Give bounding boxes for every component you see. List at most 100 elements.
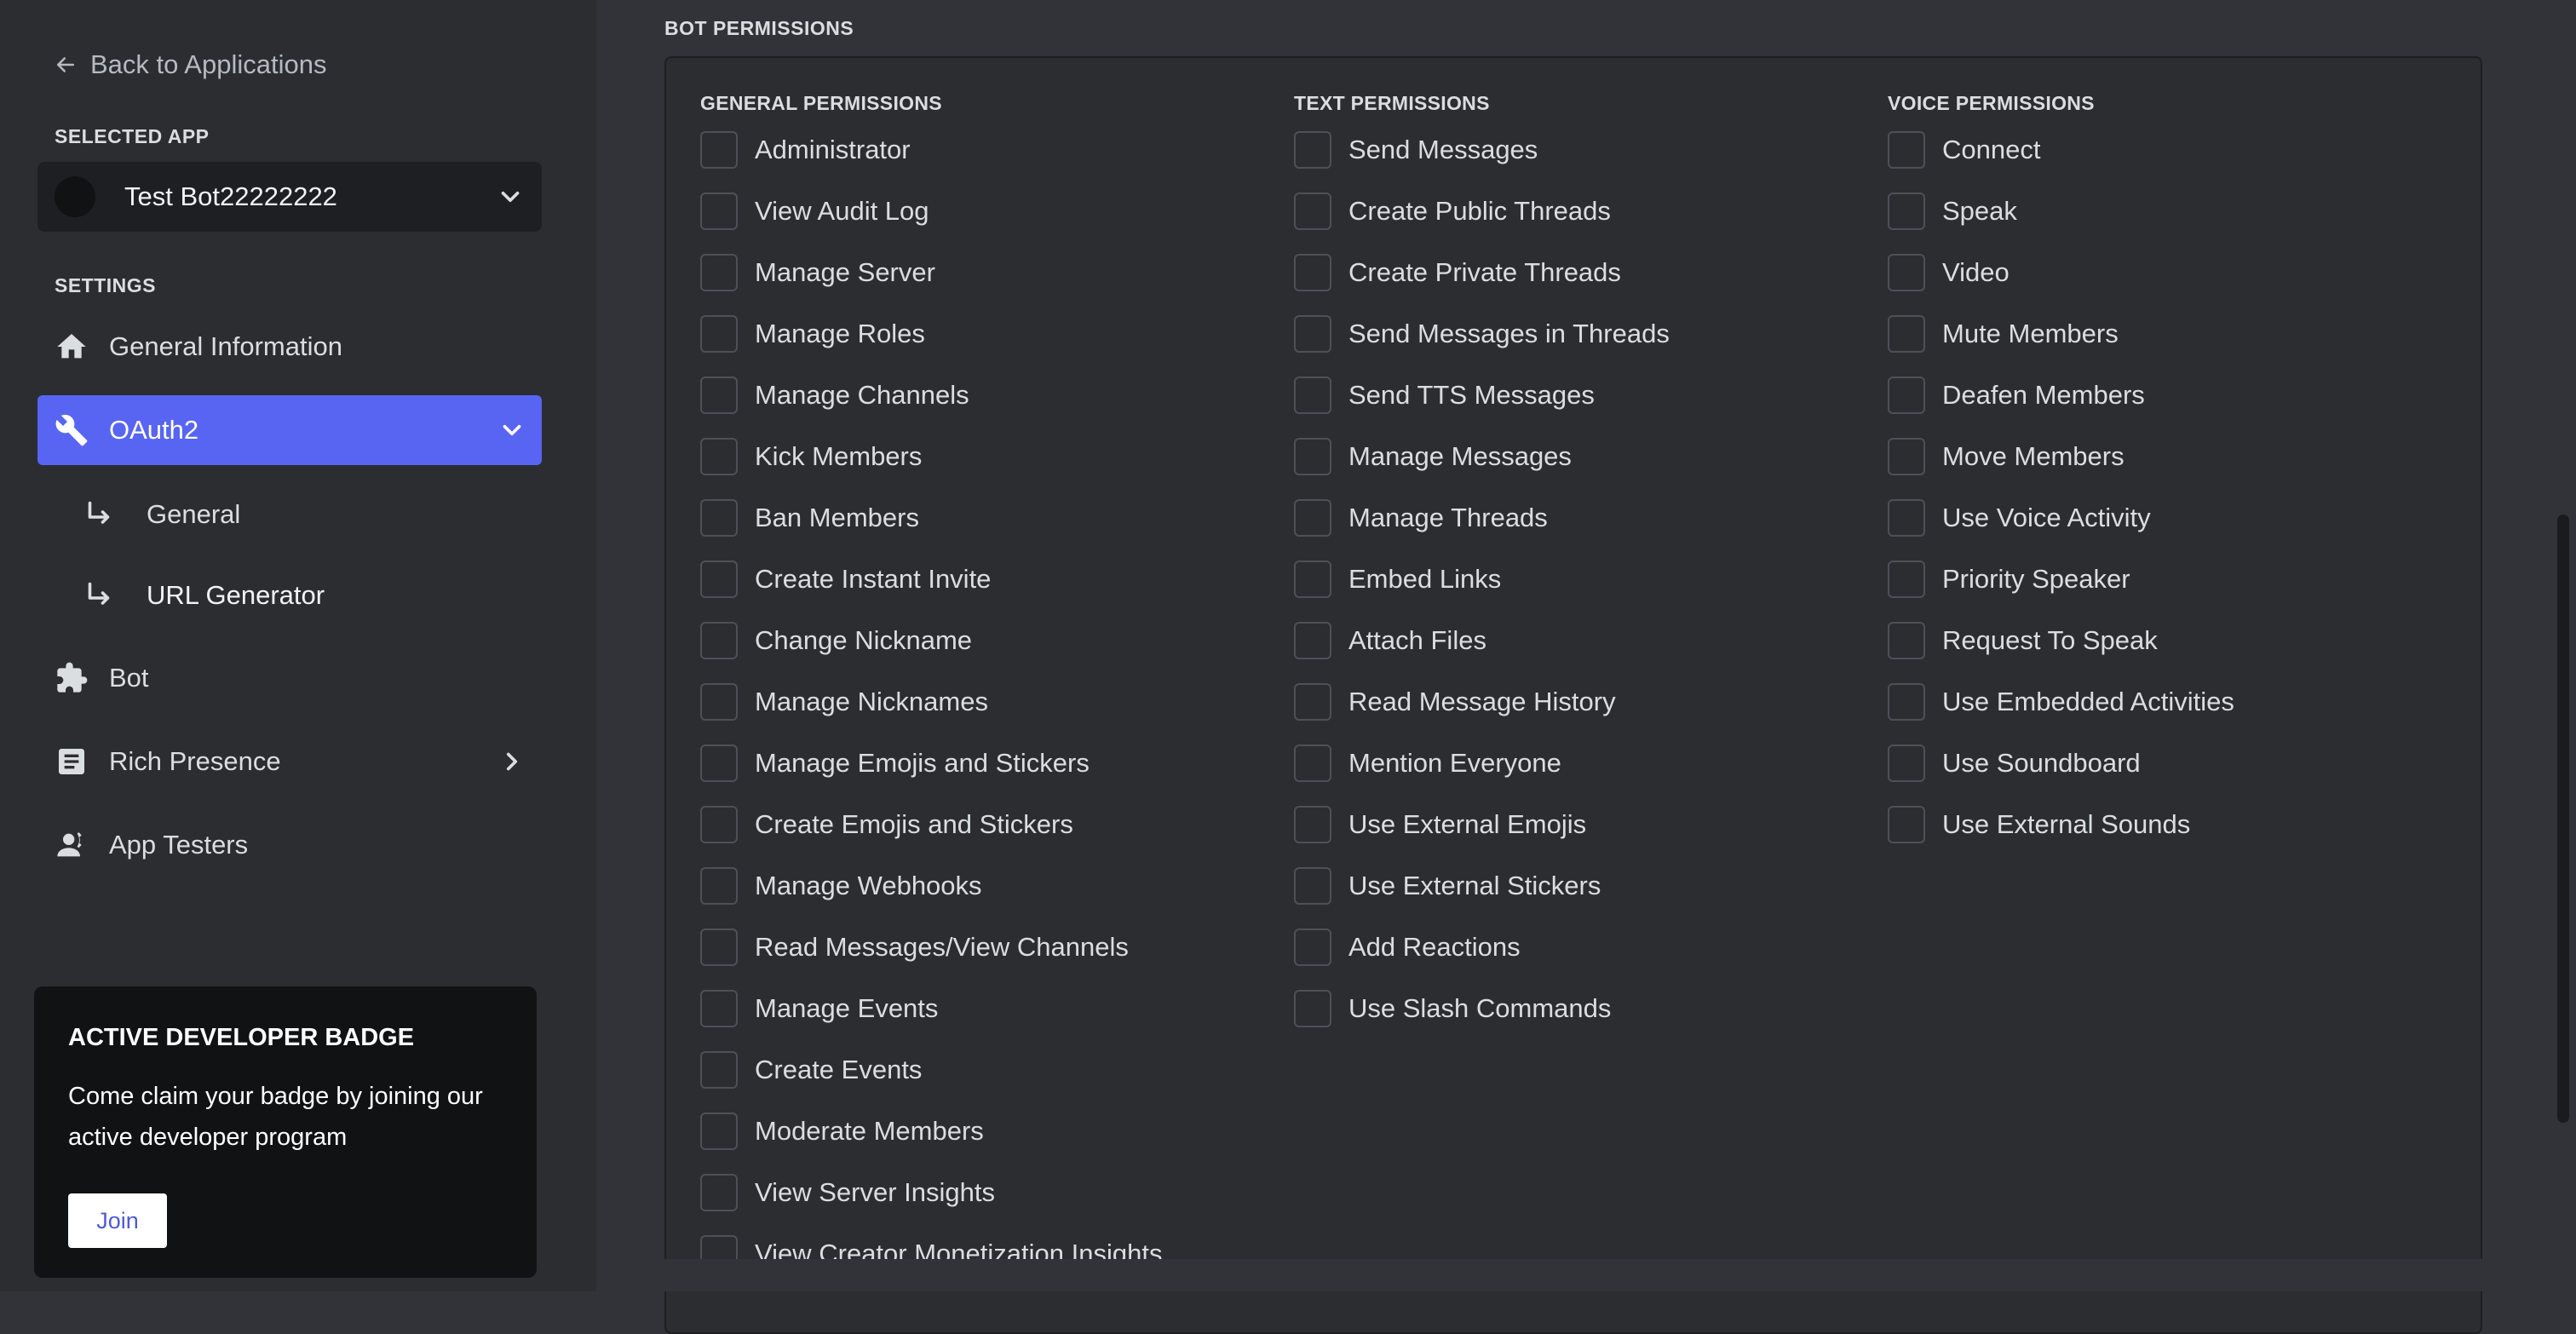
permission-row[interactable]: View Audit Log	[700, 181, 1162, 242]
scrollbar-thumb[interactable]	[2557, 515, 2569, 1123]
permission-checkbox[interactable]	[1294, 254, 1331, 291]
nav-oauth2[interactable]: OAuth2	[37, 395, 542, 465]
permission-row[interactable]: Manage Messages	[1294, 426, 1670, 487]
permission-row[interactable]: Request To Speak	[1888, 610, 2234, 671]
permission-row[interactable]: Move Members	[1888, 426, 2234, 487]
permission-row[interactable]: Read Message History	[1294, 671, 1670, 733]
permission-checkbox[interactable]	[700, 131, 738, 169]
permission-checkbox[interactable]	[1294, 929, 1331, 966]
permission-row[interactable]: Manage Channels	[700, 365, 1162, 426]
permission-checkbox[interactable]	[1294, 990, 1331, 1027]
permission-row[interactable]: Create Public Threads	[1294, 181, 1670, 242]
permission-checkbox[interactable]	[1294, 745, 1331, 782]
permission-row[interactable]: Speak	[1888, 181, 2234, 242]
permission-row[interactable]: Mention Everyone	[1294, 733, 1670, 794]
permission-checkbox[interactable]	[700, 499, 738, 537]
permission-checkbox[interactable]	[1888, 499, 1925, 537]
permission-checkbox[interactable]	[1294, 499, 1331, 537]
permission-row[interactable]: Embed Links	[1294, 549, 1670, 610]
permission-checkbox[interactable]	[1888, 745, 1925, 782]
permission-checkbox[interactable]	[700, 561, 738, 598]
permission-checkbox[interactable]	[700, 622, 738, 659]
permission-checkbox[interactable]	[1294, 622, 1331, 659]
permission-checkbox[interactable]	[1888, 193, 1925, 230]
permission-checkbox[interactable]	[1294, 806, 1331, 843]
permission-row[interactable]: View Server Insights	[700, 1162, 1162, 1223]
permission-row[interactable]: Video	[1888, 242, 2234, 303]
permission-checkbox[interactable]	[1294, 315, 1331, 353]
permission-checkbox[interactable]	[1888, 683, 1925, 721]
permission-row[interactable]: Manage Server	[700, 242, 1162, 303]
permission-checkbox[interactable]	[1294, 193, 1331, 230]
permission-row[interactable]: Manage Emojis and Stickers	[700, 733, 1162, 794]
permission-row[interactable]: Create Events	[700, 1039, 1162, 1101]
app-selector-dropdown[interactable]: Test Bot22222222	[37, 162, 542, 232]
permission-checkbox[interactable]	[700, 193, 738, 230]
nav-rich-presence[interactable]: Rich Presence	[37, 727, 542, 796]
permission-row[interactable]: Change Nickname	[700, 610, 1162, 671]
permission-checkbox[interactable]	[700, 929, 738, 966]
permission-row[interactable]: Manage Webhooks	[700, 855, 1162, 917]
permission-row[interactable]: Send Messages in Threads	[1294, 303, 1670, 365]
permission-checkbox[interactable]	[1294, 867, 1331, 905]
nav-oauth2-url-generator[interactable]: URL Generator	[83, 566, 325, 625]
permission-row[interactable]: Kick Members	[700, 426, 1162, 487]
permission-checkbox[interactable]	[1888, 622, 1925, 659]
permission-row[interactable]: Ban Members	[700, 487, 1162, 549]
permission-row[interactable]: Manage Threads	[1294, 487, 1670, 549]
nav-oauth2-general[interactable]: General	[83, 485, 240, 544]
permission-row[interactable]: Create Emojis and Stickers	[700, 794, 1162, 855]
permission-checkbox[interactable]	[700, 377, 738, 414]
back-to-applications-link[interactable]: Back to Applications	[53, 46, 326, 83]
permission-row[interactable]: Manage Nicknames	[700, 671, 1162, 733]
permission-checkbox[interactable]	[700, 1051, 738, 1089]
permission-row[interactable]: Create Instant Invite	[700, 549, 1162, 610]
permission-checkbox[interactable]	[1294, 683, 1331, 721]
permission-row[interactable]: Connect	[1888, 119, 2234, 181]
permission-checkbox[interactable]	[700, 254, 738, 291]
permission-row[interactable]: Create Private Threads	[1294, 242, 1670, 303]
permission-row[interactable]: Use External Stickers	[1294, 855, 1670, 917]
nav-app-testers[interactable]: App Testers	[37, 810, 542, 880]
permission-row[interactable]: Use External Sounds	[1888, 794, 2234, 855]
permission-row[interactable]: Send TTS Messages	[1294, 365, 1670, 426]
permission-row[interactable]: Send Messages	[1294, 119, 1670, 181]
permission-row[interactable]: Moderate Members	[700, 1101, 1162, 1162]
permission-row[interactable]: Use External Emojis	[1294, 794, 1670, 855]
permission-checkbox[interactable]	[1294, 377, 1331, 414]
permission-checkbox[interactable]	[1888, 254, 1925, 291]
permission-row[interactable]: Mute Members	[1888, 303, 2234, 365]
permission-row[interactable]: Use Embedded Activities	[1888, 671, 2234, 733]
permission-checkbox[interactable]	[700, 315, 738, 353]
permission-checkbox[interactable]	[700, 806, 738, 843]
permission-checkbox[interactable]	[700, 1113, 738, 1150]
permission-row[interactable]: Use Slash Commands	[1294, 978, 1670, 1039]
permission-row[interactable]: Add Reactions	[1294, 917, 1670, 978]
permission-row[interactable]: Use Soundboard	[1888, 733, 2234, 794]
permission-row[interactable]: Manage Events	[700, 978, 1162, 1039]
permission-row[interactable]: Use Voice Activity	[1888, 487, 2234, 549]
permission-row[interactable]: Deafen Members	[1888, 365, 2234, 426]
permission-row[interactable]: Administrator	[700, 119, 1162, 181]
permission-row[interactable]: Manage Roles	[700, 303, 1162, 365]
permission-checkbox[interactable]	[1888, 806, 1925, 843]
nav-bot[interactable]: Bot	[37, 643, 542, 713]
permission-checkbox[interactable]	[700, 745, 738, 782]
join-button[interactable]: Join	[68, 1193, 167, 1248]
permission-row[interactable]: Attach Files	[1294, 610, 1670, 671]
permission-checkbox[interactable]	[1888, 377, 1925, 414]
permission-checkbox[interactable]	[700, 990, 738, 1027]
permission-checkbox[interactable]	[1888, 131, 1925, 169]
permission-checkbox[interactable]	[1888, 561, 1925, 598]
permission-checkbox[interactable]	[1294, 561, 1331, 598]
permission-checkbox[interactable]	[700, 1174, 738, 1211]
permission-checkbox[interactable]	[700, 683, 738, 721]
permission-checkbox[interactable]	[700, 867, 738, 905]
permission-checkbox[interactable]	[1888, 315, 1925, 353]
permission-checkbox[interactable]	[1294, 438, 1331, 475]
permission-row[interactable]: Priority Speaker	[1888, 549, 2234, 610]
permission-checkbox[interactable]	[700, 438, 738, 475]
nav-general-information[interactable]: General Information	[37, 312, 542, 382]
permission-checkbox[interactable]	[1888, 438, 1925, 475]
permission-row[interactable]: Read Messages/View Channels	[700, 917, 1162, 978]
